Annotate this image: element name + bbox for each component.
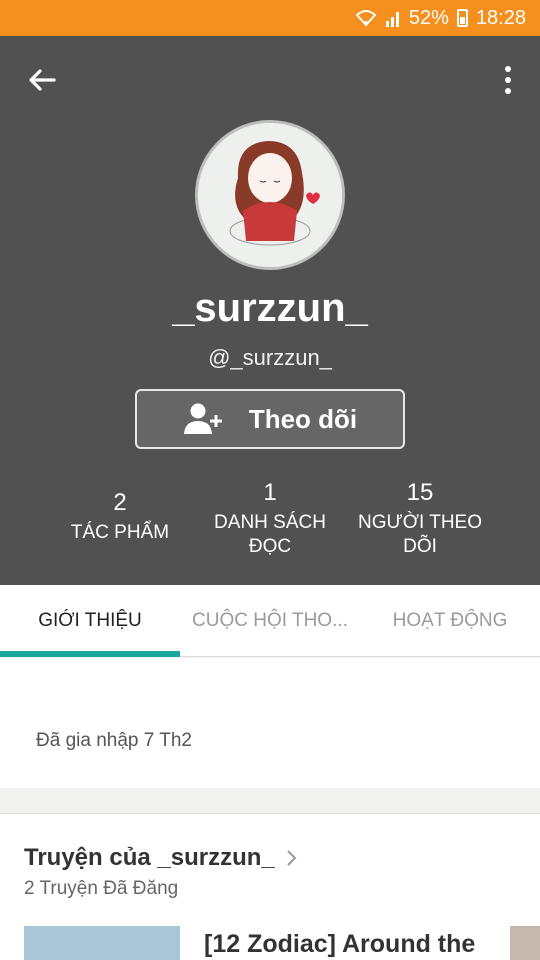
profile-header: _surzzun_ @_surzzun_ Theo dõi 2 TÁC PHẨM… bbox=[0, 36, 540, 585]
story-cover[interactable] bbox=[510, 926, 540, 960]
stat-value: 2 bbox=[113, 489, 127, 516]
stories-header-link[interactable]: Truyện của _surzzun_ bbox=[24, 844, 297, 872]
wifi-icon bbox=[355, 9, 377, 27]
stat-reading-lists[interactable]: 1 DANH SÁCH ĐỌC bbox=[195, 479, 345, 559]
signal-icon bbox=[385, 9, 401, 27]
stat-label: DANH SÁCH ĐỌC bbox=[214, 512, 326, 557]
add-person-icon bbox=[183, 403, 222, 434]
username-handle: @_surzzun_ bbox=[208, 345, 332, 370]
back-arrow-icon bbox=[29, 69, 56, 91]
more-options-button[interactable] bbox=[496, 62, 520, 98]
tab-activity[interactable]: HOẠT ĐỘNG bbox=[360, 585, 540, 656]
battery-icon bbox=[456, 9, 468, 27]
story-title[interactable]: [12 Zodiac] Around the bbox=[204, 930, 475, 959]
joined-date: Đã gia nhập 7 Th2 bbox=[36, 730, 192, 751]
stat-works[interactable]: 2 TÁC PHẨM bbox=[45, 489, 195, 545]
stat-followers[interactable]: 15 NGƯỜI THEO DÕI bbox=[345, 479, 495, 559]
story-cover[interactable] bbox=[24, 926, 180, 960]
stat-label: TÁC PHẨM bbox=[70, 522, 170, 543]
stories-title: Truyện của _surzzun_ bbox=[24, 844, 275, 871]
avatar bbox=[195, 120, 345, 270]
status-bar: 52% 18:28 bbox=[0, 0, 540, 36]
follow-label: Theo dõi bbox=[248, 403, 358, 434]
tab-conversations[interactable]: CUỘC HỘI THO... bbox=[180, 585, 360, 656]
more-vert-icon bbox=[505, 66, 511, 72]
back-button[interactable] bbox=[24, 62, 60, 98]
profile-tabs: GIỚI THIỆU CUỘC HỘI THO... HOẠT ĐỘNG bbox=[0, 585, 540, 657]
display-name: _surzzun_ bbox=[172, 286, 368, 330]
stat-label: NGƯỜI THEO DÕI bbox=[357, 512, 482, 557]
stat-value: 15 bbox=[406, 479, 434, 506]
about-section: Đã gia nhập 7 Th2 bbox=[0, 658, 540, 788]
clock: 18:28 bbox=[475, 6, 526, 29]
stories-section: Truyện của _surzzun_ 2 Truyện Đã Đăng [1… bbox=[0, 813, 540, 960]
tab-about[interactable]: GIỚI THIỆU bbox=[0, 585, 180, 657]
stories-count: 2 Truyện Đã Đăng bbox=[24, 878, 179, 899]
follow-button[interactable]: Theo dõi bbox=[135, 389, 405, 449]
stat-value: 1 bbox=[263, 479, 277, 506]
chevron-right-icon bbox=[287, 850, 297, 866]
battery-percent: 52% bbox=[408, 6, 449, 29]
